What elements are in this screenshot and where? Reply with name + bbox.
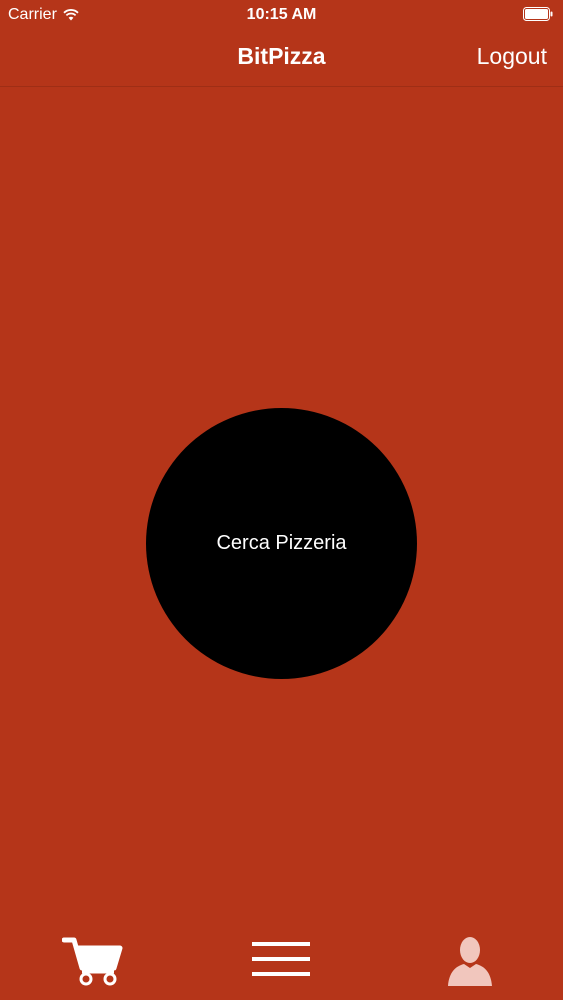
status-time: 10:15 AM <box>246 6 317 23</box>
cart-icon <box>61 937 123 986</box>
user-icon <box>448 937 492 986</box>
search-pizzeria-label: Cerca Pizzeria <box>216 532 347 554</box>
tab-cart[interactable] <box>61 936 124 991</box>
search-pizzeria-button[interactable]: Cerca Pizzeria <box>146 408 417 679</box>
navigation-bar: BitPizza Logout <box>0 30 563 87</box>
tab-profile[interactable] <box>446 934 494 991</box>
menu-icon <box>252 942 310 976</box>
battery-icon <box>523 7 553 21</box>
tab-menu[interactable] <box>252 942 310 981</box>
tab-bar <box>0 924 563 1000</box>
status-bar: Carrier 10:15 AM <box>0 0 563 30</box>
logout-button[interactable]: Logout <box>477 43 547 70</box>
